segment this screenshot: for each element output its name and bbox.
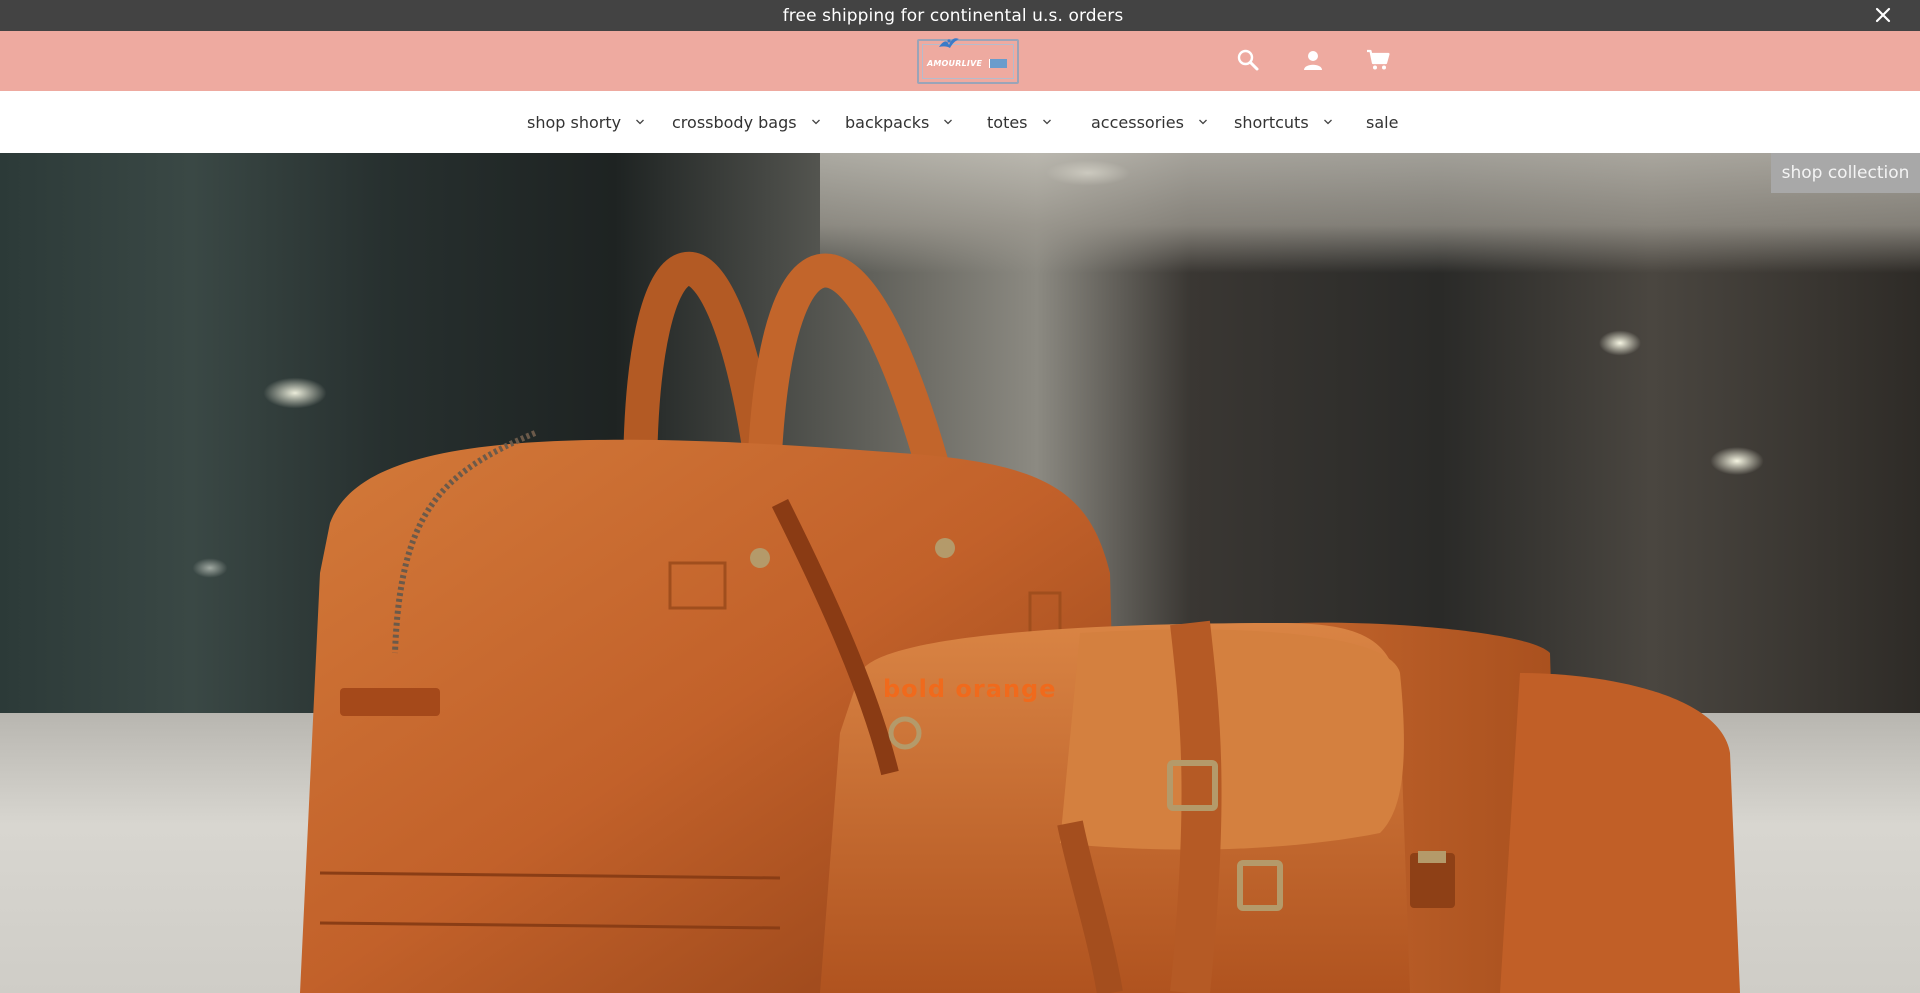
hero-banner[interactable]: shop collection bold orange [0,153,1920,993]
nav-item-shortcuts[interactable]: shortcuts [1234,110,1333,134]
nav-item-label: totes [987,112,1028,132]
store-logo[interactable]: AMOURLIVE [917,38,1019,84]
chevron-down-icon [1323,119,1332,125]
bird-logo-icon [939,38,959,48]
close-icon[interactable] [1872,4,1894,26]
nav-item-label: shop shorty [527,112,622,132]
chevron-down-icon [1042,119,1051,125]
search-icon[interactable] [1233,45,1263,75]
cart-icon[interactable] [1363,45,1393,75]
account-icon[interactable] [1298,45,1328,75]
hero-product-image [300,252,1740,993]
nav-item-sale[interactable]: sale [1366,110,1398,134]
chevron-down-icon [811,119,820,125]
nav-item-shop-shorty[interactable]: shop shorty [527,110,645,134]
nav-item-label: sale [1366,112,1399,132]
logo-frame: AMOURLIVE [922,38,1014,79]
hero-caption: bold orange [883,675,1057,703]
nav-item-crossbody-bags[interactable]: crossbody bags [672,110,821,134]
chevron-down-icon [1198,119,1207,125]
chevron-down-icon [636,119,645,125]
chevron-down-icon [944,119,953,125]
main-navigation: shop shorty crossbody bags backpacks tot… [0,91,1920,153]
nav-item-backpacks[interactable]: backpacks [845,110,953,134]
logo-text: AMOURLIVE [927,59,983,68]
logo-badge [989,59,1007,68]
nav-item-label: shortcuts [1234,112,1309,132]
nav-item-label: crossbody bags [672,112,797,132]
nav-item-totes[interactable]: totes [987,110,1052,134]
nav-item-label: accessories [1091,112,1184,132]
nav-item-label: backpacks [845,112,930,132]
shop-collection-button[interactable]: shop collection [1771,153,1920,193]
nav-item-accessories[interactable]: accessories [1091,110,1208,134]
site-header: AMOURLIVE [0,31,1920,91]
announcement-text: free shipping for continental u.s. order… [782,5,1124,26]
announcement-bar: free shipping for continental u.s. order… [0,0,1920,31]
